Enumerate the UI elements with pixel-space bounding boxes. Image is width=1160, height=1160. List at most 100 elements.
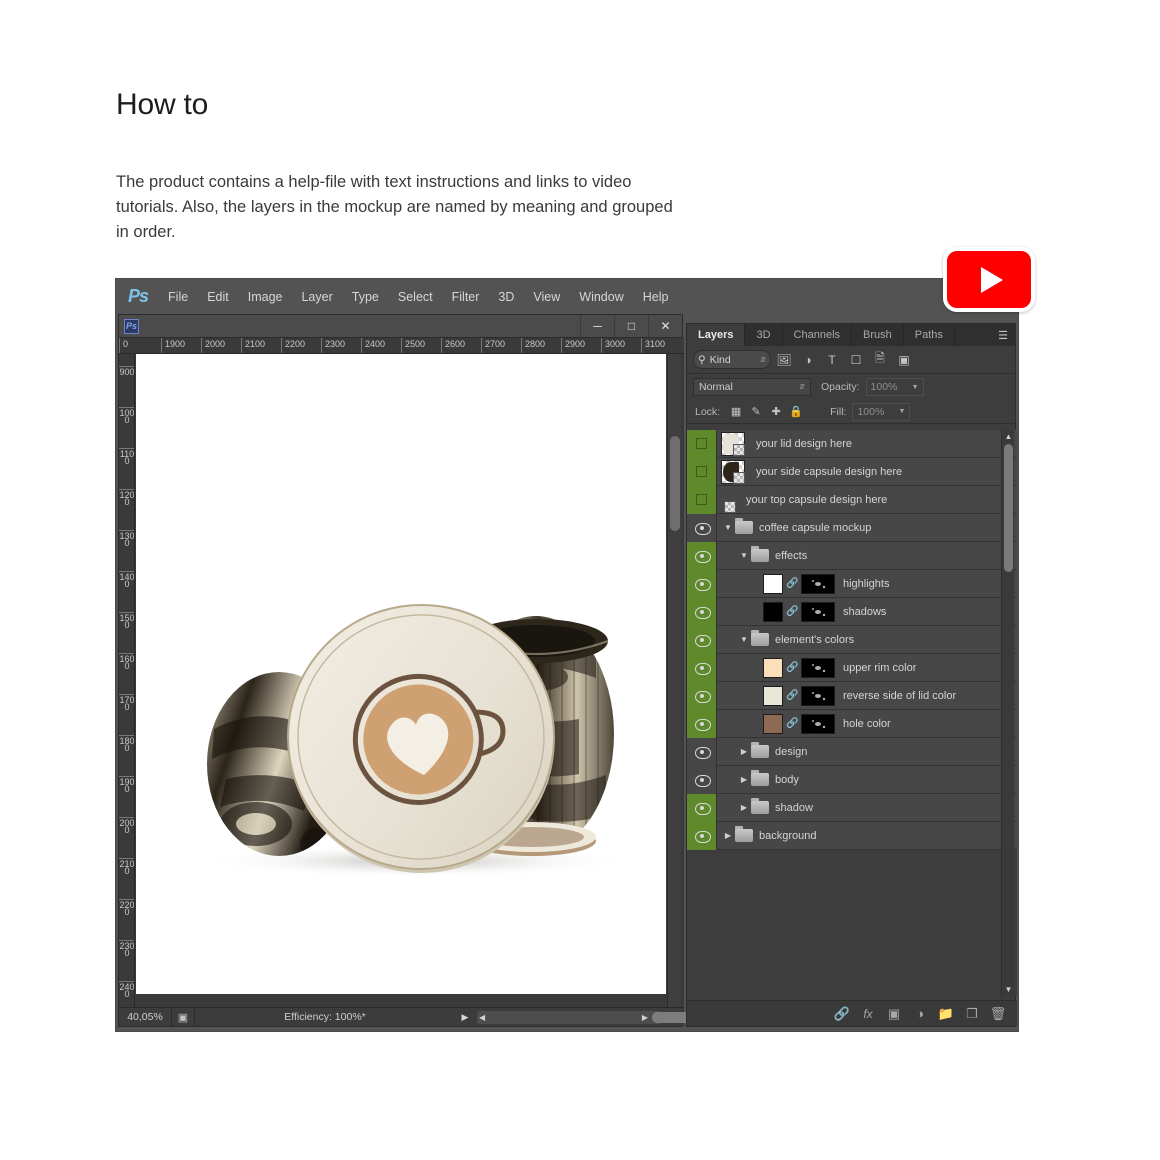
- zoom-level[interactable]: 40,05%: [119, 1011, 171, 1023]
- lock-all-icon[interactable]: 🔒: [786, 403, 806, 421]
- adjustment-layer-filter-icon[interactable]: ◑: [797, 350, 819, 370]
- type-layer-filter-icon[interactable]: T: [821, 350, 843, 370]
- layer-visibility-eye-icon[interactable]: [687, 541, 717, 570]
- mask-link-icon[interactable]: 🔗: [786, 578, 798, 589]
- canvas-area[interactable]: [136, 354, 684, 1009]
- add-layer-mask-icon[interactable]: ▣: [881, 1002, 907, 1026]
- layer-row-body[interactable]: ▶ shadow: [717, 794, 1017, 822]
- menu-item-type[interactable]: Type: [352, 290, 379, 304]
- layer-mask-thumbnail[interactable]: [801, 713, 835, 734]
- layer-mask-thumbnail[interactable]: [801, 601, 835, 622]
- layer-thumbnail[interactable]: [721, 488, 736, 513]
- layer-row-body[interactable]: your top capsule design here: [717, 486, 1017, 514]
- delete-layer-icon[interactable]: 🗑: [985, 1002, 1011, 1026]
- layer-visibility-eye-icon[interactable]: [687, 737, 717, 766]
- layer-row-body[interactable]: your lid design here: [717, 430, 1017, 458]
- layer-row[interactable]: 🔗 highlights: [687, 569, 1017, 598]
- layer-visibility-off-icon[interactable]: [687, 457, 717, 486]
- layer-row[interactable]: 🔗 hole color: [687, 709, 1017, 738]
- chevron-down-icon[interactable]: ▼: [721, 523, 735, 532]
- blend-mode-select[interactable]: Normal ⇵: [693, 378, 811, 396]
- layer-visibility-eye-icon[interactable]: [687, 821, 717, 850]
- layer-row[interactable]: ▼ coffee capsule mockup: [687, 513, 1017, 542]
- layer-color-thumbnail[interactable]: [763, 685, 783, 706]
- tab-paths[interactable]: Paths: [904, 324, 955, 346]
- scroll-down-arrow-icon[interactable]: ▼: [1002, 985, 1015, 994]
- mask-link-icon[interactable]: 🔗: [786, 718, 798, 729]
- layer-row-body[interactable]: 🔗 reverse side of lid color: [717, 682, 1017, 710]
- layer-row[interactable]: 🔗 reverse side of lid color: [687, 681, 1017, 710]
- layer-filter-kind-select[interactable]: ⚲ Kind ⇵: [693, 350, 771, 369]
- tab-layers[interactable]: Layers: [687, 324, 746, 346]
- document-horizontal-scrollbar[interactable]: ◀ ▶: [477, 1010, 742, 1024]
- chevron-right-icon[interactable]: ▶: [737, 775, 751, 784]
- filter-toggle-icon[interactable]: ▣: [893, 350, 915, 370]
- layer-style-fx-icon[interactable]: fx: [855, 1002, 881, 1026]
- tab-brush[interactable]: Brush: [852, 324, 904, 346]
- layer-row[interactable]: your lid design here: [687, 430, 1017, 458]
- lock-image-pixels-icon[interactable]: ✎: [746, 403, 766, 421]
- layer-row-body[interactable]: ▶ design: [717, 738, 1017, 766]
- canvas-artboard[interactable]: [136, 354, 666, 994]
- menu-item-image[interactable]: Image: [248, 290, 283, 304]
- scroll-left-arrow-icon[interactable]: ◀: [479, 1013, 485, 1022]
- layer-row-body[interactable]: ▼ effects: [717, 542, 1017, 570]
- chevron-down-icon[interactable]: ▼: [912, 384, 919, 391]
- layer-visibility-eye-icon[interactable]: [687, 569, 717, 598]
- fill-field[interactable]: 100% ▼: [852, 402, 911, 421]
- new-group-icon[interactable]: 📁: [933, 1002, 959, 1026]
- tab-3d[interactable]: 3D: [745, 324, 783, 346]
- layer-row[interactable]: ▼ element's colors: [687, 625, 1017, 654]
- layer-row[interactable]: 🔗 shadows: [687, 597, 1017, 626]
- chevron-right-icon[interactable]: ▶: [737, 747, 751, 756]
- layer-color-thumbnail[interactable]: [763, 601, 783, 622]
- layer-row-body[interactable]: your side capsule design here: [717, 458, 1017, 486]
- layer-row[interactable]: 🔗 upper rim color: [687, 653, 1017, 682]
- menu-item-layer[interactable]: Layer: [301, 290, 332, 304]
- layer-row[interactable]: ▶ design: [687, 737, 1017, 766]
- layer-thumbnail[interactable]: [721, 431, 745, 456]
- mask-link-icon[interactable]: 🔗: [786, 690, 798, 701]
- menu-item-filter[interactable]: Filter: [452, 290, 480, 304]
- layer-row[interactable]: ▼ effects: [687, 541, 1017, 570]
- layer-row[interactable]: ▶ body: [687, 765, 1017, 794]
- menu-item-select[interactable]: Select: [398, 290, 433, 304]
- layer-mask-thumbnail[interactable]: [801, 657, 835, 678]
- lock-position-icon[interactable]: ✚: [766, 403, 786, 421]
- layer-row[interactable]: ▶ shadow: [687, 793, 1017, 822]
- horizontal-ruler[interactable]: 0 1900 2000 2100 2200 2300 2400 2500 2600 2700 280…: [119, 338, 684, 354]
- layer-visibility-off-icon[interactable]: [687, 430, 717, 458]
- status-menu-arrow-icon[interactable]: ▶: [455, 1012, 475, 1023]
- layer-row-body[interactable]: 🔗 shadows: [717, 598, 1017, 626]
- minimize-button[interactable]: ─: [580, 315, 614, 337]
- document-info-icon[interactable]: ▣: [172, 1011, 194, 1024]
- chevron-down-icon[interactable]: ▼: [899, 408, 906, 415]
- layer-visibility-off-icon[interactable]: [687, 485, 717, 514]
- layer-mask-thumbnail[interactable]: [801, 685, 835, 706]
- layers-vertical-scrollbar[interactable]: ▲ ▼: [1001, 430, 1014, 996]
- pixel-layer-filter-icon[interactable]: 🖼: [773, 350, 795, 370]
- layer-row-body[interactable]: ▼ element's colors: [717, 626, 1017, 654]
- opacity-field[interactable]: 100% ▼: [865, 378, 924, 396]
- menu-item-edit[interactable]: Edit: [207, 290, 229, 304]
- layer-row-body[interactable]: ▶ background: [717, 822, 1017, 850]
- layer-visibility-eye-icon[interactable]: [687, 709, 717, 738]
- menu-item-3d[interactable]: 3D: [498, 290, 514, 304]
- panel-menu-icon[interactable]: ☰: [998, 329, 1008, 342]
- layer-row[interactable]: ▶ background: [687, 821, 1017, 850]
- adjustment-layer-icon[interactable]: ◑: [907, 1002, 933, 1026]
- document-vertical-scrollbar[interactable]: [667, 354, 681, 1009]
- layers-vertical-scroll-thumb[interactable]: [1004, 444, 1013, 572]
- new-layer-icon[interactable]: ❐: [959, 1002, 985, 1026]
- layer-visibility-eye-icon[interactable]: [687, 765, 717, 794]
- layer-color-thumbnail[interactable]: [763, 657, 783, 678]
- lock-transparent-pixels-icon[interactable]: ▦: [726, 403, 746, 421]
- layer-visibility-eye-icon[interactable]: [687, 653, 717, 682]
- maximize-button[interactable]: □: [614, 315, 648, 337]
- mask-link-icon[interactable]: 🔗: [786, 606, 798, 617]
- menu-item-help[interactable]: Help: [643, 290, 669, 304]
- layer-row-body[interactable]: 🔗 hole color: [717, 710, 1017, 738]
- layer-row-body[interactable]: 🔗 upper rim color: [717, 654, 1017, 682]
- layer-visibility-eye-icon[interactable]: [687, 513, 717, 542]
- youtube-video-button[interactable]: [943, 247, 1035, 312]
